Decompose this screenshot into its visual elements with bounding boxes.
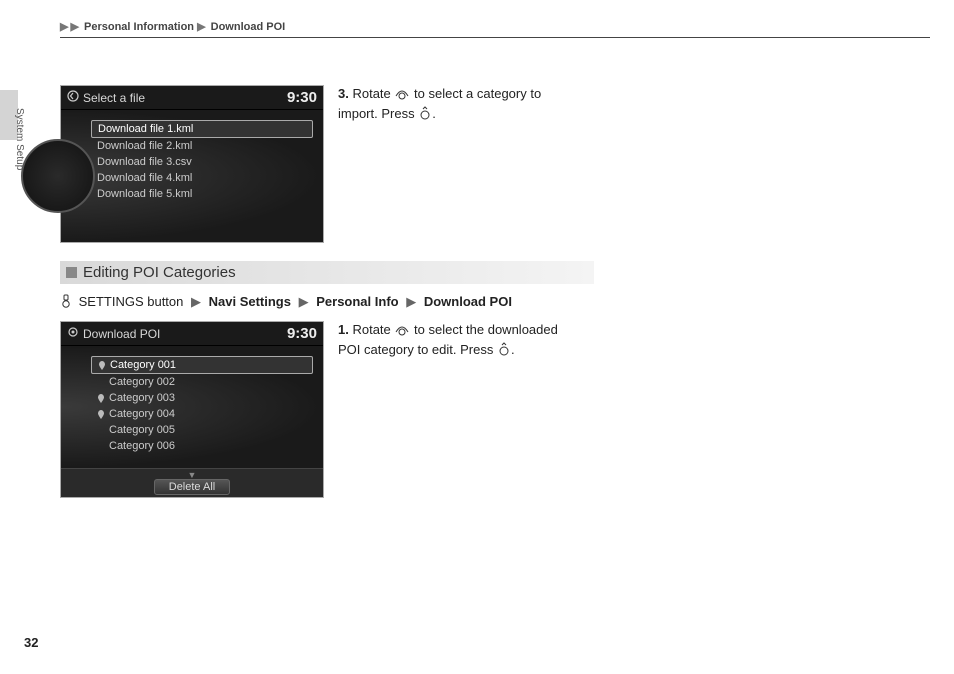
- rotate-dial-icon: [394, 323, 410, 341]
- text: .: [432, 106, 436, 121]
- step-number: 1.: [338, 322, 349, 337]
- screen-title-text: Select a file: [83, 91, 145, 105]
- category-label: Category 003: [109, 392, 175, 404]
- screen-body: Category 001 Category 002 Category 003 C…: [61, 346, 323, 468]
- screen-body: Download file 1.kml Download file 2.kml …: [61, 110, 323, 242]
- category-item[interactable]: Category 002: [91, 374, 313, 390]
- triangle-icon: ▶: [70, 20, 78, 33]
- text: .: [511, 342, 515, 357]
- triangle-icon: ▶: [197, 20, 205, 33]
- step-row-1: Download POI 9:30 Category 001 Category …: [60, 321, 920, 498]
- press-dial-icon: [497, 342, 511, 361]
- header-breadcrumb: ▶▶ Personal Information ▶ Download POI: [60, 20, 930, 38]
- file-label: Download file 1.kml: [98, 123, 193, 135]
- nav-item: Navi Settings: [209, 294, 291, 309]
- category-label: Category 001: [110, 359, 176, 371]
- content-area: Select a file 9:30 Download file 1.kml D…: [60, 85, 920, 516]
- file-list: Download file 1.kml Download file 2.kml …: [81, 116, 317, 206]
- step-1-text: 1. Rotate to select the downloaded POI c…: [338, 321, 578, 361]
- chevron-down-icon: ▼: [61, 471, 323, 479]
- screen-titlebar: Download POI 9:30: [61, 322, 323, 346]
- category-label: Category 006: [109, 440, 175, 452]
- file-item[interactable]: Download file 5.kml: [91, 186, 313, 202]
- screen-titlebar: Select a file 9:30: [61, 86, 323, 110]
- press-dial-icon: [418, 106, 432, 125]
- section-heading: Editing POI Categories: [60, 261, 594, 284]
- page: ▶▶ Personal Information ▶ Download POI S…: [0, 0, 954, 674]
- file-item[interactable]: Download file 1.kml: [91, 120, 313, 138]
- category-label: Category 004: [109, 408, 175, 420]
- screen-title-text: Download POI: [83, 327, 160, 341]
- clock: 9:30: [287, 325, 317, 342]
- breadcrumb-item: Download POI: [211, 21, 286, 33]
- category-item[interactable]: Category 005: [91, 422, 313, 438]
- step-row-3: Select a file 9:30 Download file 1.kml D…: [60, 85, 920, 243]
- file-item[interactable]: Download file 2.kml: [91, 138, 313, 154]
- file-item[interactable]: Download file 3.csv: [91, 154, 313, 170]
- category-item[interactable]: Category 001: [91, 356, 313, 374]
- file-label: Download file 3.csv: [97, 156, 192, 168]
- delete-all-button[interactable]: Delete All: [154, 479, 230, 495]
- triangle-icon: ▶: [60, 20, 68, 33]
- triangle-icon: ▶: [191, 294, 201, 310]
- pin-icon: [97, 394, 105, 402]
- nav-prefix: SETTINGS button: [75, 294, 187, 309]
- file-item[interactable]: Download file 4.kml: [91, 170, 313, 186]
- triangle-icon: ▶: [406, 294, 416, 310]
- file-label: Download file 5.kml: [97, 188, 192, 200]
- triangle-icon: ▶: [299, 294, 309, 310]
- nav-item: Personal Info: [316, 294, 398, 309]
- text: Rotate: [352, 86, 394, 101]
- step-3-text: 3. Rotate to select a category to import…: [338, 85, 578, 125]
- category-label: Category 005: [109, 424, 175, 436]
- clock: 9:30: [287, 89, 317, 106]
- section-title-text: Editing POI Categories: [83, 264, 236, 281]
- screen-download-poi: Download POI 9:30 Category 001 Category …: [60, 321, 324, 498]
- file-label: Download file 4.kml: [97, 172, 192, 184]
- category-label: Category 002: [109, 376, 175, 388]
- category-list: Category 001 Category 002 Category 003 C…: [81, 352, 317, 458]
- file-label: Download file 2.kml: [97, 140, 192, 152]
- category-item[interactable]: Category 006: [91, 438, 313, 454]
- nav-path: SETTINGS button ▶ Navi Settings ▶ Person…: [60, 294, 920, 311]
- pin-icon: [98, 361, 106, 369]
- back-icon: [67, 90, 79, 105]
- step-number: 3.: [338, 86, 349, 101]
- category-item[interactable]: Category 004: [91, 406, 313, 422]
- dial-graphic: [21, 139, 95, 213]
- square-bullet-icon: [66, 267, 77, 278]
- text: Rotate: [352, 322, 394, 337]
- screen-select-file: Select a file 9:30 Download file 1.kml D…: [60, 85, 324, 243]
- page-number: 32: [24, 635, 38, 650]
- nav-item: Download POI: [424, 294, 512, 309]
- settings-icon: [60, 294, 72, 311]
- rotate-dial-icon: [394, 87, 410, 105]
- breadcrumb-item: Personal Information: [84, 21, 194, 33]
- screen-footer: ▼ Delete All: [61, 468, 323, 497]
- category-item[interactable]: Category 003: [91, 390, 313, 406]
- pin-icon: [97, 410, 105, 418]
- gear-icon: [67, 326, 79, 341]
